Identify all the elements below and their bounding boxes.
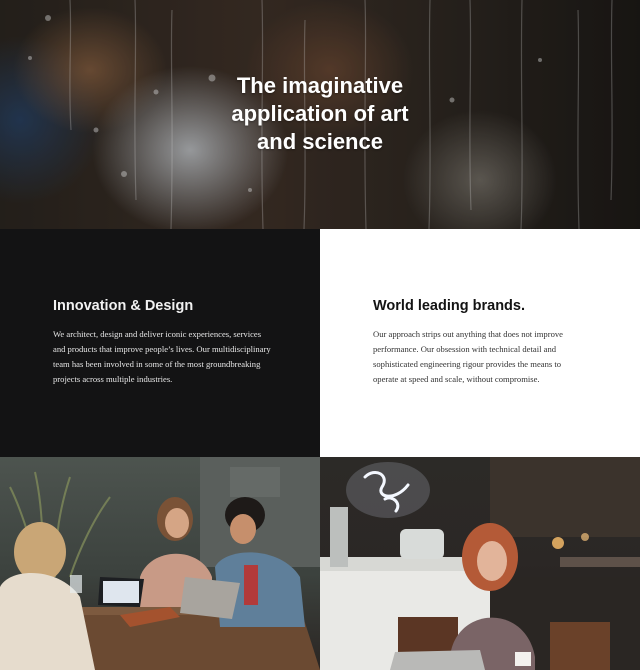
innovation-design-text: We architect, design and deliver iconic … bbox=[53, 329, 271, 384]
hero-title-line-3: and science bbox=[257, 129, 383, 154]
innovation-design-panel: Innovation & Design We architect, design… bbox=[0, 229, 320, 457]
world-leading-brands-text: Our approach strips out anything that do… bbox=[373, 329, 563, 384]
page: The imaginative application of art and s… bbox=[0, 0, 640, 670]
hero-title-line-1: The imaginative bbox=[236, 73, 404, 98]
cafe-woman-photo bbox=[320, 457, 640, 670]
team-meeting-photo bbox=[0, 457, 320, 670]
hero-title-line-2: application of art bbox=[231, 101, 409, 126]
hero-banner: The imaginative application of art and s… bbox=[0, 0, 640, 229]
hero-title: The imaginative application of art and s… bbox=[170, 72, 470, 156]
world-leading-brands-panel: World leading brands. Our approach strip… bbox=[320, 229, 640, 457]
team-meeting-illustration bbox=[0, 457, 320, 670]
innovation-design-heading: Innovation & Design bbox=[53, 298, 194, 314]
world-leading-brands-heading: World leading brands. bbox=[373, 298, 525, 314]
cafe-woman-illustration bbox=[320, 457, 640, 670]
